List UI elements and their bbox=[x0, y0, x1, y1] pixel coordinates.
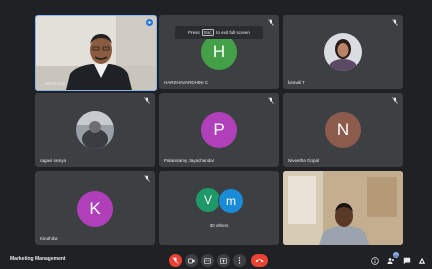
participant-name: ragavi ramya bbox=[40, 158, 67, 163]
participant-video bbox=[36, 16, 156, 90]
avatar bbox=[324, 33, 362, 71]
end-call-button[interactable] bbox=[251, 254, 268, 267]
mic-off-icon bbox=[268, 97, 274, 104]
captions-button[interactable] bbox=[201, 254, 214, 267]
end-call-icon bbox=[255, 259, 264, 263]
avatar bbox=[76, 111, 114, 149]
chat-icon[interactable] bbox=[403, 257, 411, 265]
mic-off-icon bbox=[172, 257, 179, 264]
participant-tile-3[interactable]: kamali T bbox=[283, 15, 403, 89]
present-icon bbox=[220, 257, 227, 264]
people-icon[interactable] bbox=[387, 257, 395, 265]
avatar: m bbox=[218, 188, 244, 214]
participant-name: Palanisamy Jayachandar bbox=[164, 158, 215, 163]
participant-name: Kiruthika bbox=[40, 236, 58, 241]
toast-press-text: Press bbox=[188, 30, 200, 35]
others-tile[interactable]: V m 30 others bbox=[159, 171, 279, 245]
avatar: N bbox=[325, 112, 361, 148]
participant-tile-5[interactable]: P Palanisamy Jayachandar bbox=[159, 93, 279, 167]
mic-off-icon bbox=[392, 19, 398, 26]
participant-tile-4[interactable]: ragavi ramya bbox=[35, 93, 155, 167]
others-count-label: 30 others bbox=[209, 223, 229, 228]
participant-tile-1[interactable]: ...lakrishnan bbox=[35, 15, 157, 91]
mic-off-icon bbox=[392, 97, 398, 104]
avatar: H bbox=[201, 34, 237, 70]
participant-name: Niveetha Gopal bbox=[288, 158, 320, 163]
mic-toggle-button[interactable] bbox=[169, 254, 182, 267]
info-icon[interactable] bbox=[371, 257, 379, 265]
camera-icon bbox=[188, 258, 195, 263]
toast-rest-text: to exit full screen bbox=[216, 30, 250, 35]
mic-off-icon bbox=[268, 19, 274, 26]
meeting-title: Marketing Management bbox=[10, 256, 66, 262]
avatar: P bbox=[201, 112, 237, 148]
participant-name: HARSHAVARDHINI C bbox=[164, 80, 209, 85]
esc-key-label: Esc bbox=[201, 29, 215, 36]
participant-tile-9[interactable] bbox=[283, 171, 403, 245]
present-button[interactable] bbox=[217, 254, 230, 267]
camera-toggle-button[interactable] bbox=[185, 254, 198, 267]
fullscreen-toast: Press Esc to exit full screen bbox=[175, 26, 263, 39]
bottom-bar: Marketing Management 41 bbox=[0, 248, 432, 269]
activities-icon[interactable] bbox=[418, 257, 426, 265]
captions-icon bbox=[204, 257, 211, 264]
participant-name: ...lakrishnan bbox=[41, 81, 66, 86]
participant-count-badge: 41 bbox=[393, 252, 399, 258]
avatar: K bbox=[77, 191, 113, 227]
mic-off-icon bbox=[144, 175, 150, 182]
avatar: V bbox=[196, 188, 220, 212]
mic-off-icon bbox=[144, 97, 150, 104]
more-options-button[interactable] bbox=[233, 254, 246, 267]
participant-video bbox=[283, 171, 403, 245]
participant-name: kamali T bbox=[288, 80, 305, 85]
participant-tile-7[interactable]: K Kiruthika bbox=[35, 171, 155, 245]
speaking-icon bbox=[146, 19, 153, 26]
participant-tile-6[interactable]: N Niveetha Gopal bbox=[283, 93, 403, 167]
more-icon bbox=[238, 257, 241, 264]
